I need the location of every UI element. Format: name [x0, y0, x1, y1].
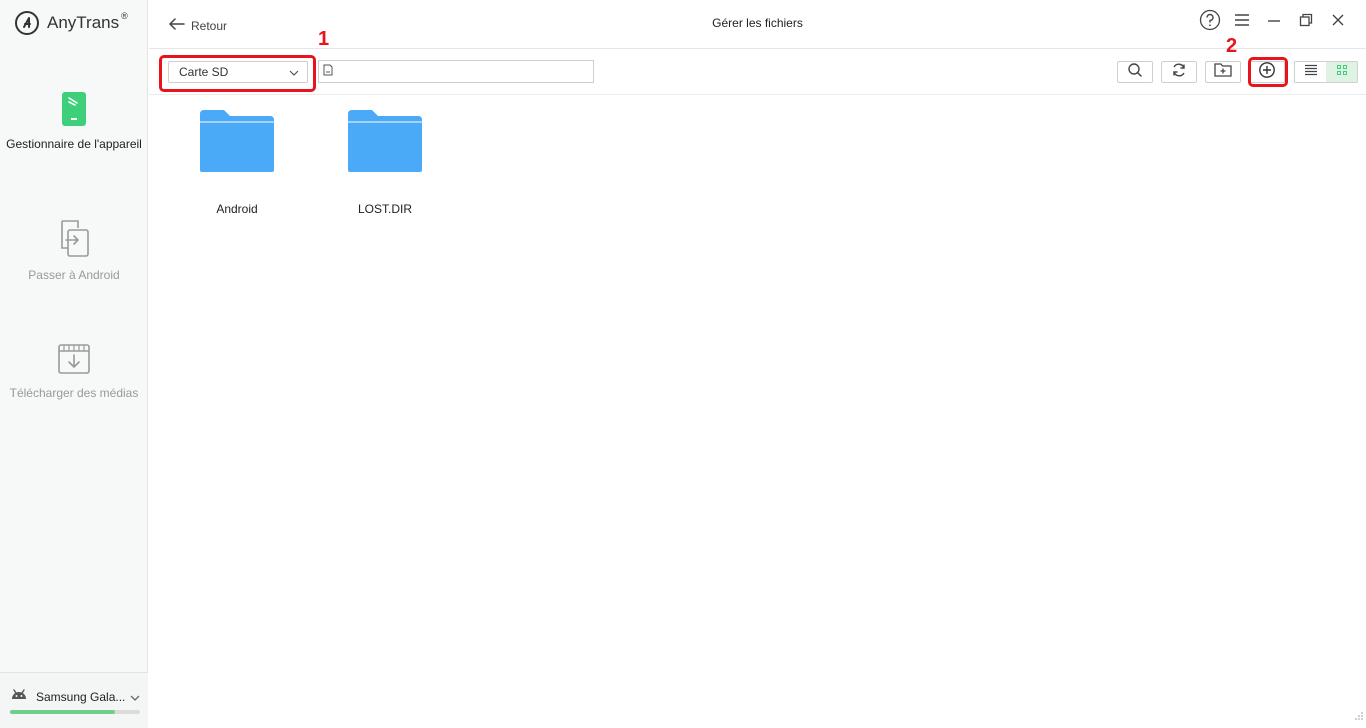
sidebar-item-switch-to-android[interactable]: Passer à Android	[0, 218, 148, 282]
menu-button[interactable]	[1226, 10, 1258, 34]
folder-name: LOST.DIR	[357, 202, 412, 216]
minimize-button[interactable]	[1258, 10, 1290, 34]
device-storage-bar	[10, 710, 140, 714]
annotation-box-2	[1248, 57, 1288, 87]
sd-card-icon	[323, 63, 333, 81]
window-controls	[1194, 9, 1354, 36]
path-input[interactable]	[337, 64, 577, 79]
search-icon	[1127, 62, 1143, 83]
folder-icon	[330, 108, 440, 174]
path-field[interactable]	[318, 60, 594, 83]
new-folder-button[interactable]	[1205, 61, 1241, 83]
help-button[interactable]	[1194, 9, 1226, 36]
page-title: Gérer les fichiers	[712, 16, 803, 30]
close-button[interactable]	[1322, 10, 1354, 34]
file-toolbar: Carte SD 1 2	[149, 28, 1366, 95]
sidebar: AnyTrans ® Gestionnaire de l'appareil Pa…	[0, 0, 148, 728]
resize-grip-icon[interactable]	[1354, 708, 1364, 726]
back-label: Retour	[191, 19, 228, 33]
annotation-box-1	[159, 55, 316, 92]
folder-item[interactable]: LOST.DIR	[330, 108, 440, 216]
search-button[interactable]	[1117, 61, 1153, 83]
restore-icon	[1299, 13, 1313, 32]
app-name: AnyTrans	[47, 13, 120, 32]
annotation-number-2: 2	[1226, 35, 1238, 57]
registered-mark: ®	[121, 11, 128, 21]
device-selector[interactable]: Samsung Gala...	[10, 687, 140, 706]
help-icon	[1199, 9, 1221, 36]
device-storage-fill	[10, 710, 116, 714]
anytrans-logo-icon	[15, 11, 39, 35]
sidebar-item-label: Gestionnaire de l'appareil	[6, 137, 142, 151]
chevron-down-icon	[130, 688, 140, 706]
folder-name: Android	[216, 202, 258, 216]
sidebar-item-device-manager[interactable]: Gestionnaire de l'appareil	[0, 91, 148, 151]
sidebar-item-label: Passer à Android	[28, 268, 120, 282]
minimize-icon	[1267, 13, 1281, 32]
download-media-icon	[0, 342, 148, 376]
android-icon	[10, 687, 28, 706]
menu-icon	[1234, 13, 1250, 32]
annotation-number-1: 1	[318, 28, 330, 50]
sidebar-item-download-media[interactable]: Télécharger des médias	[0, 342, 148, 400]
file-grid: Android LOST.DIR	[149, 96, 1366, 728]
grid-view-icon	[1336, 63, 1348, 81]
new-folder-icon	[1214, 62, 1232, 82]
title-bar: Retour Gérer les fichiers	[149, 0, 1366, 49]
switch-to-android-icon	[0, 218, 148, 258]
refresh-button[interactable]	[1161, 61, 1197, 83]
sidebar-item-label: Télécharger des médias	[9, 386, 139, 400]
folder-icon	[182, 108, 292, 174]
arrow-left-icon	[169, 17, 185, 35]
device-name: Samsung Gala...	[36, 689, 126, 704]
app-logo: AnyTrans ®	[15, 11, 128, 35]
list-view-icon	[1304, 63, 1318, 81]
grid-view-button[interactable]	[1326, 62, 1357, 82]
phone-manager-icon	[0, 91, 148, 127]
restore-button[interactable]	[1290, 10, 1322, 34]
close-icon	[1331, 13, 1345, 32]
refresh-icon	[1171, 62, 1187, 83]
folder-item[interactable]: Android	[182, 108, 292, 216]
back-button[interactable]: Retour	[169, 17, 227, 35]
list-view-button[interactable]	[1295, 62, 1326, 82]
device-panel: Samsung Gala...	[0, 672, 148, 728]
view-toggle	[1294, 61, 1358, 83]
